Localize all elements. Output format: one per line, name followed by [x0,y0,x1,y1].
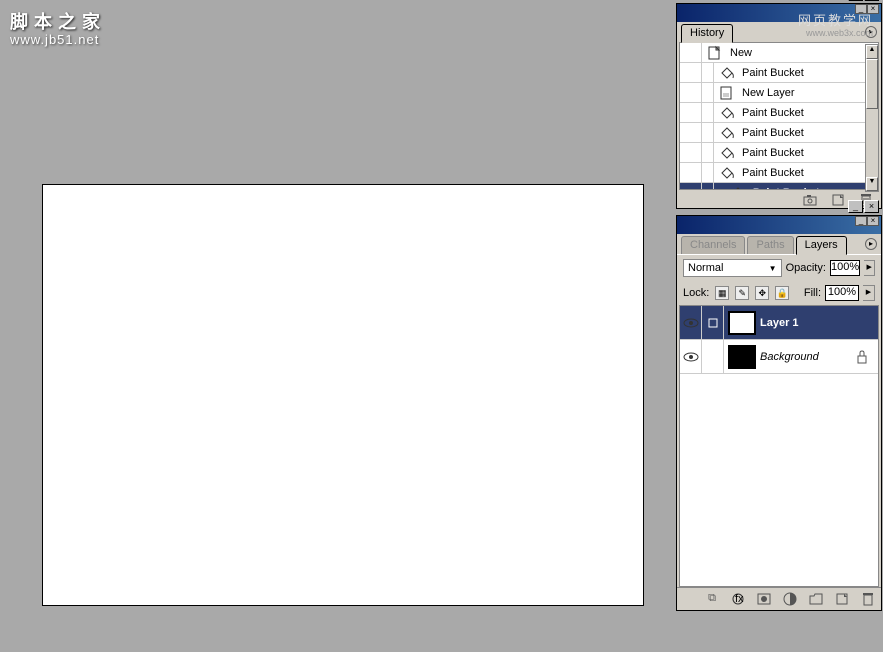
watermark-url-2: www.web3x.com [806,28,873,38]
snapshot-icon[interactable] [803,193,817,207]
history-item-label: Paint Bucket [740,107,878,119]
new-icon [706,44,724,62]
layers-list: Layer 1 Background [679,305,879,587]
link-toggle[interactable] [702,306,724,339]
fill-input[interactable]: 100% [825,285,859,301]
tab-paths[interactable]: Paths [747,236,793,254]
scroll-down-button[interactable]: ▼ [866,177,878,191]
history-item-label: Paint Bucket [740,147,878,159]
layer-mask-icon[interactable] [757,592,771,606]
document-canvas[interactable] [42,184,644,606]
history-item[interactable]: Paint Bucket [680,63,878,83]
blend-opacity-row: Normal ▼ Opacity: 100% ▶ [677,254,881,281]
lock-all-button[interactable]: 🔒 [775,286,789,300]
adjustment-layer-icon[interactable] [783,592,797,606]
history-item[interactable]: New Layer [680,83,878,103]
history-item[interactable]: Paint Bucket [680,143,878,163]
visibility-toggle[interactable] [680,340,702,373]
bucket-icon [718,104,736,122]
close-button[interactable]: × [864,200,879,213]
bucket-icon [718,64,736,82]
trash-icon[interactable] [861,592,875,606]
scroll-up-button[interactable]: ▲ [866,45,878,59]
watermark-text-2: 网页教学网 [798,10,873,29]
history-item-label: New Layer [740,87,878,99]
history-item[interactable]: New [680,43,878,63]
panel-close-button[interactable]: × [867,216,879,226]
bucket-icon [718,144,736,162]
layers-tabs: Channels Paths Layers ▸ [677,234,881,254]
history-item[interactable]: Paint Bucket [680,123,878,143]
bucket-icon [718,124,736,142]
layers-panel: _ × _ × Channels Paths Layers ▸ Normal ▼… [676,215,882,611]
layer-row[interactable]: Layer 1 [680,306,878,340]
chevron-down-icon: ▼ [769,264,777,273]
layer-thumbnail[interactable] [728,311,756,335]
history-item[interactable]: Paint Bucket [680,103,878,123]
history-item[interactable]: Paint Bucket [680,163,878,183]
watermark-text: 脚本之家 [10,8,106,34]
layer-style-icon[interactable]: fx [731,592,745,606]
layer-thumbnail[interactable] [728,345,756,369]
close-button[interactable]: × [864,0,879,1]
watermark-url: www.jb51.net [10,32,99,47]
minimize-button[interactable]: _ [848,0,863,1]
fill-label: Fill: [804,287,821,299]
newlayer-icon [718,84,736,102]
lock-brush-button[interactable]: ✎ [735,286,749,300]
history-scrollbar[interactable]: ▲ ▼ [865,44,879,192]
panel-menu-button[interactable]: ▸ [865,238,877,250]
layer-row[interactable]: Background [680,340,878,374]
layers-footer: ⧉ fx [677,587,881,609]
blend-mode-value: Normal [688,262,723,274]
history-item-label: Paint Bucket [740,127,878,139]
blend-mode-select[interactable]: Normal ▼ [683,259,782,277]
visibility-toggle[interactable] [680,306,702,339]
opacity-label: Opacity: [786,262,826,274]
link-layers-icon[interactable]: ⧉ [705,592,719,606]
panel-titlebar[interactable]: _ × [677,216,881,234]
lock-move-button[interactable]: ✥ [755,286,769,300]
history-list: New Paint Bucket New Layer Paint Bucket Pain… [679,42,879,190]
folder-icon[interactable] [809,592,823,606]
layer-name[interactable]: Layer 1 [760,317,856,329]
bucket-icon [718,164,736,182]
lock-label: Lock: [683,287,709,299]
history-item-label: New [728,47,878,59]
new-layer-icon[interactable] [835,592,849,606]
minimize-button[interactable]: _ [848,200,863,213]
lock-transparency-button[interactable]: ▦ [715,286,729,300]
panel-collapse-button[interactable]: _ [855,216,867,226]
new-snapshot-icon[interactable] [831,193,845,207]
tab-channels[interactable]: Channels [681,236,745,254]
link-toggle[interactable] [702,340,724,373]
layer-name[interactable]: Background [760,351,856,363]
history-item-label: Paint Bucket [740,167,878,179]
svg-text:fx: fx [735,593,744,605]
history-item-label: Paint Bucket [740,67,878,79]
lock-icon [856,350,870,364]
tab-history[interactable]: History [681,24,733,43]
scroll-thumb[interactable] [866,59,878,109]
fill-flyout-button[interactable]: ▶ [863,285,875,301]
history-item[interactable]: ▶Paint Bucket [680,183,878,190]
tab-layers[interactable]: Layers [796,236,847,255]
opacity-input[interactable]: 100% [830,260,860,276]
lock-fill-row: Lock: ▦ ✎ ✥ 🔒 Fill: 100% ▶ [677,281,881,305]
opacity-flyout-button[interactable]: ▶ [864,260,875,276]
